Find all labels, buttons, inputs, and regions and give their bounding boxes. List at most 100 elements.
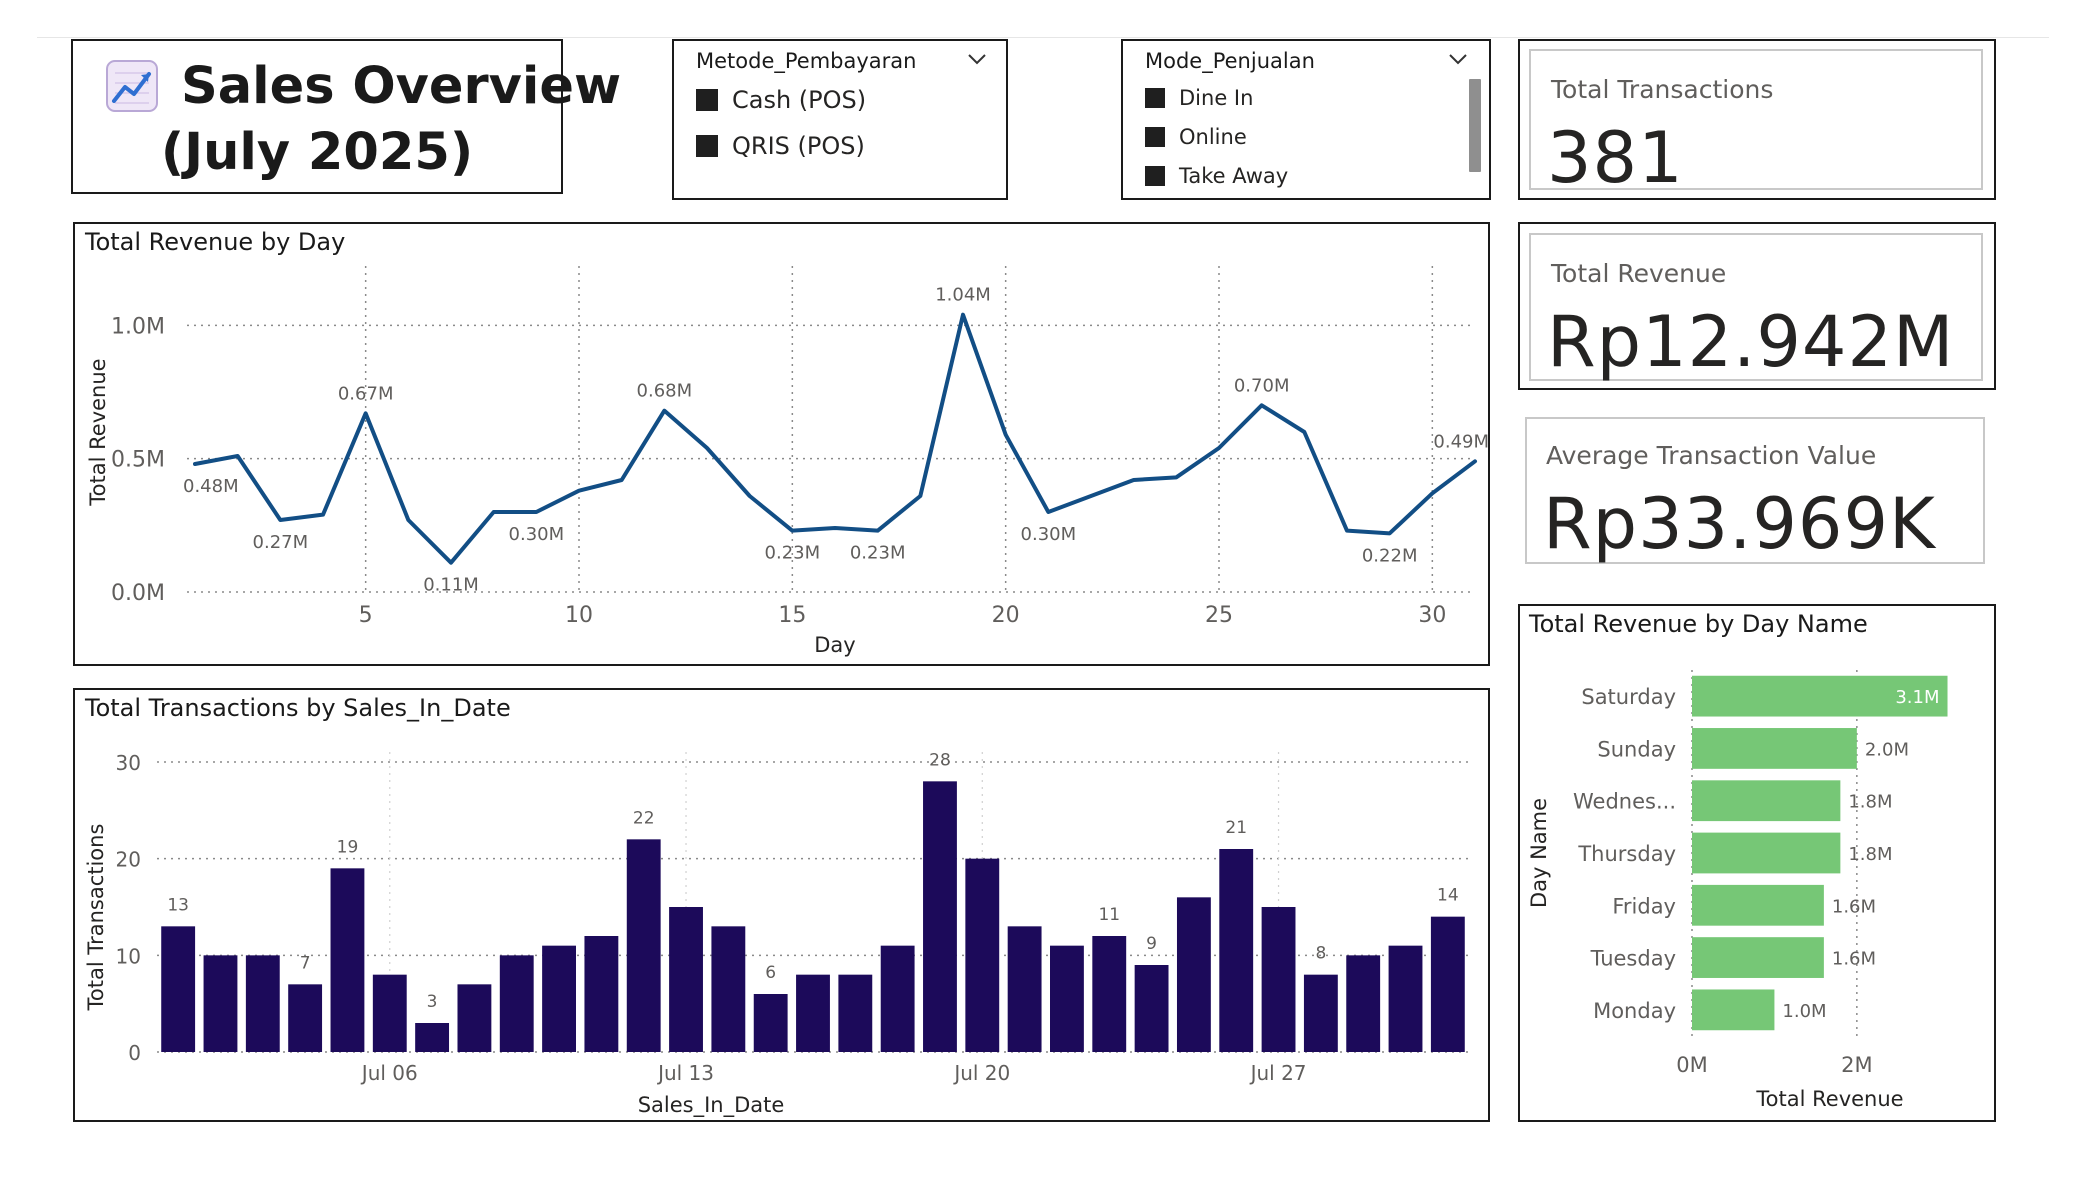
data-label: 22	[633, 808, 655, 828]
slicer-option-take-away[interactable]: Take Away	[1145, 161, 1288, 191]
data-label: 0.70M	[1234, 375, 1290, 396]
transaction-bar	[288, 984, 323, 1052]
data-label: 0.27M	[253, 532, 309, 553]
transaction-bar	[626, 839, 661, 1052]
transaction-bar	[372, 974, 407, 1052]
slicer-option-cash[interactable]: Cash (POS)	[696, 85, 866, 115]
data-label: 11	[1098, 905, 1120, 925]
x-tick-label: 20	[992, 603, 1020, 628]
transaction-bar	[753, 994, 788, 1052]
data-label: 19	[337, 837, 359, 857]
chart-increasing-icon	[106, 60, 158, 112]
option-label: QRIS (POS)	[732, 132, 865, 160]
category-label: Monday	[1593, 999, 1676, 1023]
transactions-by-date-chart: Total Transactions by Sales_In_Date 0 10 2…	[73, 688, 1490, 1122]
data-label: 0.23M	[765, 543, 821, 564]
revenue-bar	[1692, 780, 1841, 822]
revenue-bar	[1692, 884, 1824, 926]
transaction-bar	[203, 955, 238, 1052]
option-label: Dine In	[1179, 86, 1254, 110]
checkbox-icon[interactable]	[696, 89, 718, 111]
data-label: 1.8M	[1848, 792, 1892, 813]
category-label: Friday	[1612, 894, 1676, 918]
revenue-bar	[1692, 728, 1857, 769]
data-label: 0.67M	[338, 383, 394, 404]
x-axis-title: Day	[814, 633, 855, 657]
data-label: 0.22M	[1362, 545, 1418, 566]
slicer-option-qris[interactable]: QRIS (POS)	[696, 131, 865, 161]
data-label: 28	[929, 750, 951, 770]
sales-mode-slicer[interactable]: Mode_Penjualan Dine In Online Take Away	[1121, 39, 1491, 200]
transaction-bar	[711, 926, 746, 1052]
data-label: 1.6M	[1832, 896, 1876, 917]
data-label: 14	[1437, 886, 1459, 906]
transaction-bar	[499, 955, 534, 1052]
slicer-option-dine-in[interactable]: Dine In	[1145, 83, 1253, 113]
x-axis-title: Sales_In_Date	[638, 1093, 785, 1118]
data-label: 0.49M	[1433, 431, 1488, 452]
y-tick-label: 0.5M	[111, 448, 165, 473]
data-label: 3.1M	[1895, 687, 1939, 708]
data-label: 0.23M	[850, 543, 906, 564]
transaction-bar	[415, 1023, 450, 1052]
data-label: 1.8M	[1848, 844, 1892, 865]
chevron-down-icon[interactable]	[966, 51, 988, 67]
transaction-bar	[1388, 945, 1423, 1052]
x-tick-label: 0M	[1676, 1053, 1707, 1077]
transaction-bar	[1092, 936, 1127, 1052]
transaction-bar	[457, 984, 492, 1052]
bar-chart-svg: 0 10 20 30 Jul 06 Jul 13 Jul 20 Jul 27 13 7 19 3 22 6…	[84, 750, 1469, 1118]
data-label: 2.0M	[1865, 739, 1909, 760]
slicer-scrollbar[interactable]	[1469, 79, 1481, 172]
payment-method-slicer[interactable]: Metode_Pembayaran Cash (POS) QRIS (POS)	[672, 39, 1008, 200]
y-tick-label: 0	[128, 1041, 141, 1065]
y-tick-label: 10	[116, 944, 141, 968]
y-axis-title: Total Revenue	[86, 358, 110, 506]
x-axis-title: Total Revenue	[1755, 1087, 1903, 1111]
revenue-bar	[1692, 832, 1841, 874]
transaction-bar	[245, 955, 280, 1052]
report-title-line1: Sales Overview	[181, 57, 622, 116]
slicer-option-online[interactable]: Online	[1145, 122, 1247, 152]
data-label: 0.30M	[1021, 524, 1077, 545]
data-label: 8	[1315, 944, 1326, 964]
revenue-bar	[1692, 937, 1824, 978]
x-tick-label: 2M	[1841, 1053, 1872, 1077]
transaction-bar	[965, 858, 1000, 1052]
option-label: Take Away	[1179, 164, 1289, 188]
transaction-bar	[1176, 897, 1211, 1052]
data-label: 13	[167, 895, 189, 915]
checkbox-icon[interactable]	[1145, 127, 1165, 147]
checkbox-icon[interactable]	[1145, 166, 1165, 186]
data-label: 0.30M	[509, 524, 565, 545]
transaction-bar	[1346, 955, 1381, 1052]
line-chart-svg: 0.0M 0.5M 1.0M 5 10 15 20 25 30 Day Total Revenue 0…	[86, 266, 1488, 657]
transaction-bar	[1134, 965, 1169, 1052]
data-label: 21	[1225, 818, 1247, 838]
payment-slicer-title: Metode_Pembayaran	[696, 49, 917, 73]
y-tick-label: 0.0M	[111, 581, 165, 606]
transaction-bar	[880, 945, 915, 1052]
data-label: 0.11M	[423, 575, 479, 596]
category-label: Wednes...	[1573, 790, 1676, 814]
data-label: 1.04M	[935, 285, 991, 306]
transaction-bar	[1050, 945, 1084, 1052]
revenue-by-day-name-chart: Total Revenue by Day Name 0M 2M Saturday 3.…	[1518, 604, 1996, 1122]
checkbox-icon[interactable]	[696, 135, 718, 157]
report-title-line2: (July 2025)	[160, 123, 474, 182]
x-tick-label: 15	[778, 603, 806, 628]
transaction-bar	[1430, 916, 1465, 1052]
data-label: 1.0M	[1782, 1001, 1826, 1022]
transaction-bar	[1261, 907, 1296, 1052]
x-tick-label: Jul 06	[360, 1061, 418, 1085]
revenue-by-day-chart: Total Revenue by Day 0.0M 0.5M 1.0M 5 10 15 20…	[73, 222, 1490, 666]
category-label: Tuesday	[1590, 947, 1676, 971]
checkbox-icon[interactable]	[1145, 88, 1165, 108]
y-axis-title: Total Transactions	[84, 824, 108, 1012]
x-tick-label: 5	[359, 603, 373, 628]
chevron-down-icon[interactable]	[1447, 51, 1469, 67]
transaction-bar	[838, 974, 873, 1052]
data-label: 6	[765, 963, 776, 983]
revenue-series-line	[193, 312, 1477, 565]
kpi-value: Rp33.969K	[1543, 483, 1936, 565]
